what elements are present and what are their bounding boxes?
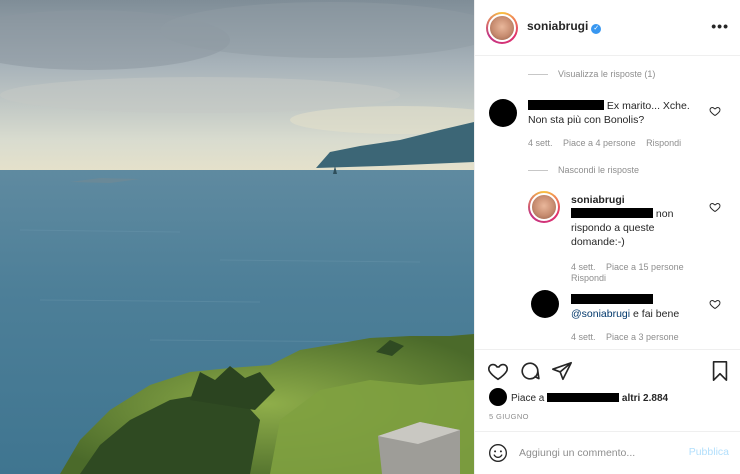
reply-link[interactable]: Rispondi xyxy=(646,138,681,148)
author-avatar[interactable] xyxy=(486,12,518,44)
reply-time[interactable]: 4 sett. xyxy=(571,332,596,342)
like-comment-heart-icon[interactable] xyxy=(709,105,721,117)
redacted-liker-username xyxy=(547,393,620,402)
like-reply-heart-icon[interactable] xyxy=(709,201,721,213)
reply-item: @soniabrugi e fai bene 4 sett. Piace a 3… xyxy=(475,287,740,349)
comment-item: Ex marito... Xche. Non sta più con Bonol… xyxy=(475,95,740,159)
comment-meta: 4 sett. Piace a 4 persone Rispondi xyxy=(528,138,689,148)
author-username-text[interactable]: soniabrugi xyxy=(527,19,588,33)
hide-replies-label[interactable]: Nascondi le risposte xyxy=(558,165,639,175)
comments-list[interactable]: Visualizza le risposte (1) Ex marito... … xyxy=(475,57,740,349)
emoji-icon[interactable] xyxy=(488,443,508,463)
reply-commenter-avatar[interactable] xyxy=(531,290,559,318)
comment-likes[interactable]: Piace a 4 persone xyxy=(563,138,636,148)
liker-avatar xyxy=(489,388,507,406)
like-reply-heart-icon[interactable] xyxy=(709,298,721,310)
post-side-panel: soniabrugi ✓ ••• Visualizza le risposte (… xyxy=(474,0,740,474)
reply-meta: 4 sett. Piace a 15 persone Rispondi xyxy=(571,262,721,284)
likes-summary[interactable]: Piace a altri 2.884 xyxy=(489,388,668,406)
comment-input[interactable] xyxy=(519,444,679,462)
comment-text: Ex marito... Xche. Non sta più con Bonol… xyxy=(528,100,690,126)
heart-icon[interactable] xyxy=(487,360,509,382)
commenter-avatar[interactable] xyxy=(489,99,517,127)
hide-replies-link[interactable]: Nascondi le risposte xyxy=(528,165,639,175)
reply-likes[interactable]: Piace a 3 persone xyxy=(606,332,679,342)
reply-time[interactable]: 4 sett. xyxy=(571,262,596,272)
reply-author-avatar[interactable] xyxy=(528,191,560,223)
reply-link[interactable]: Rispondi xyxy=(571,273,606,283)
reply-text: @soniabrugi e fai bene xyxy=(571,293,711,321)
post-date[interactable]: 5 GIUGNO xyxy=(489,412,529,421)
verified-badge-icon: ✓ xyxy=(591,24,602,34)
post-actions: Piace a altri 2.884 5 GIUGNO xyxy=(475,349,740,439)
post-photo[interactable] xyxy=(0,0,474,474)
bookmark-icon[interactable] xyxy=(709,360,731,382)
redacted-username xyxy=(571,294,653,304)
mention-link[interactable]: @soniabrugi xyxy=(571,308,630,320)
redacted-username xyxy=(528,100,604,110)
reply-meta: 4 sett. Piace a 3 persone xyxy=(571,332,687,342)
comment-time[interactable]: 4 sett. xyxy=(528,138,553,148)
reply-item: soniabrugi non rispondo a queste domande… xyxy=(475,189,740,283)
share-icon[interactable] xyxy=(551,360,573,382)
more-horizontal-icon[interactable]: ••• xyxy=(711,18,729,34)
reply-likes[interactable]: Piace a 15 persone xyxy=(606,262,684,272)
redacted-mention xyxy=(571,208,653,218)
post-header: soniabrugi ✓ ••• xyxy=(475,0,740,56)
comment-composer: Pubblica xyxy=(475,431,740,474)
sea-landscape-image xyxy=(0,0,474,474)
reply-text: soniabrugi non rispondo a queste domande… xyxy=(571,194,674,248)
publish-button[interactable]: Pubblica xyxy=(689,446,729,458)
view-replies-link[interactable]: Visualizza le risposte (1) xyxy=(528,69,655,79)
comment-icon[interactable] xyxy=(519,360,541,382)
reply-username[interactable]: soniabrugi xyxy=(571,194,625,206)
author-username[interactable]: soniabrugi ✓ xyxy=(527,19,602,34)
